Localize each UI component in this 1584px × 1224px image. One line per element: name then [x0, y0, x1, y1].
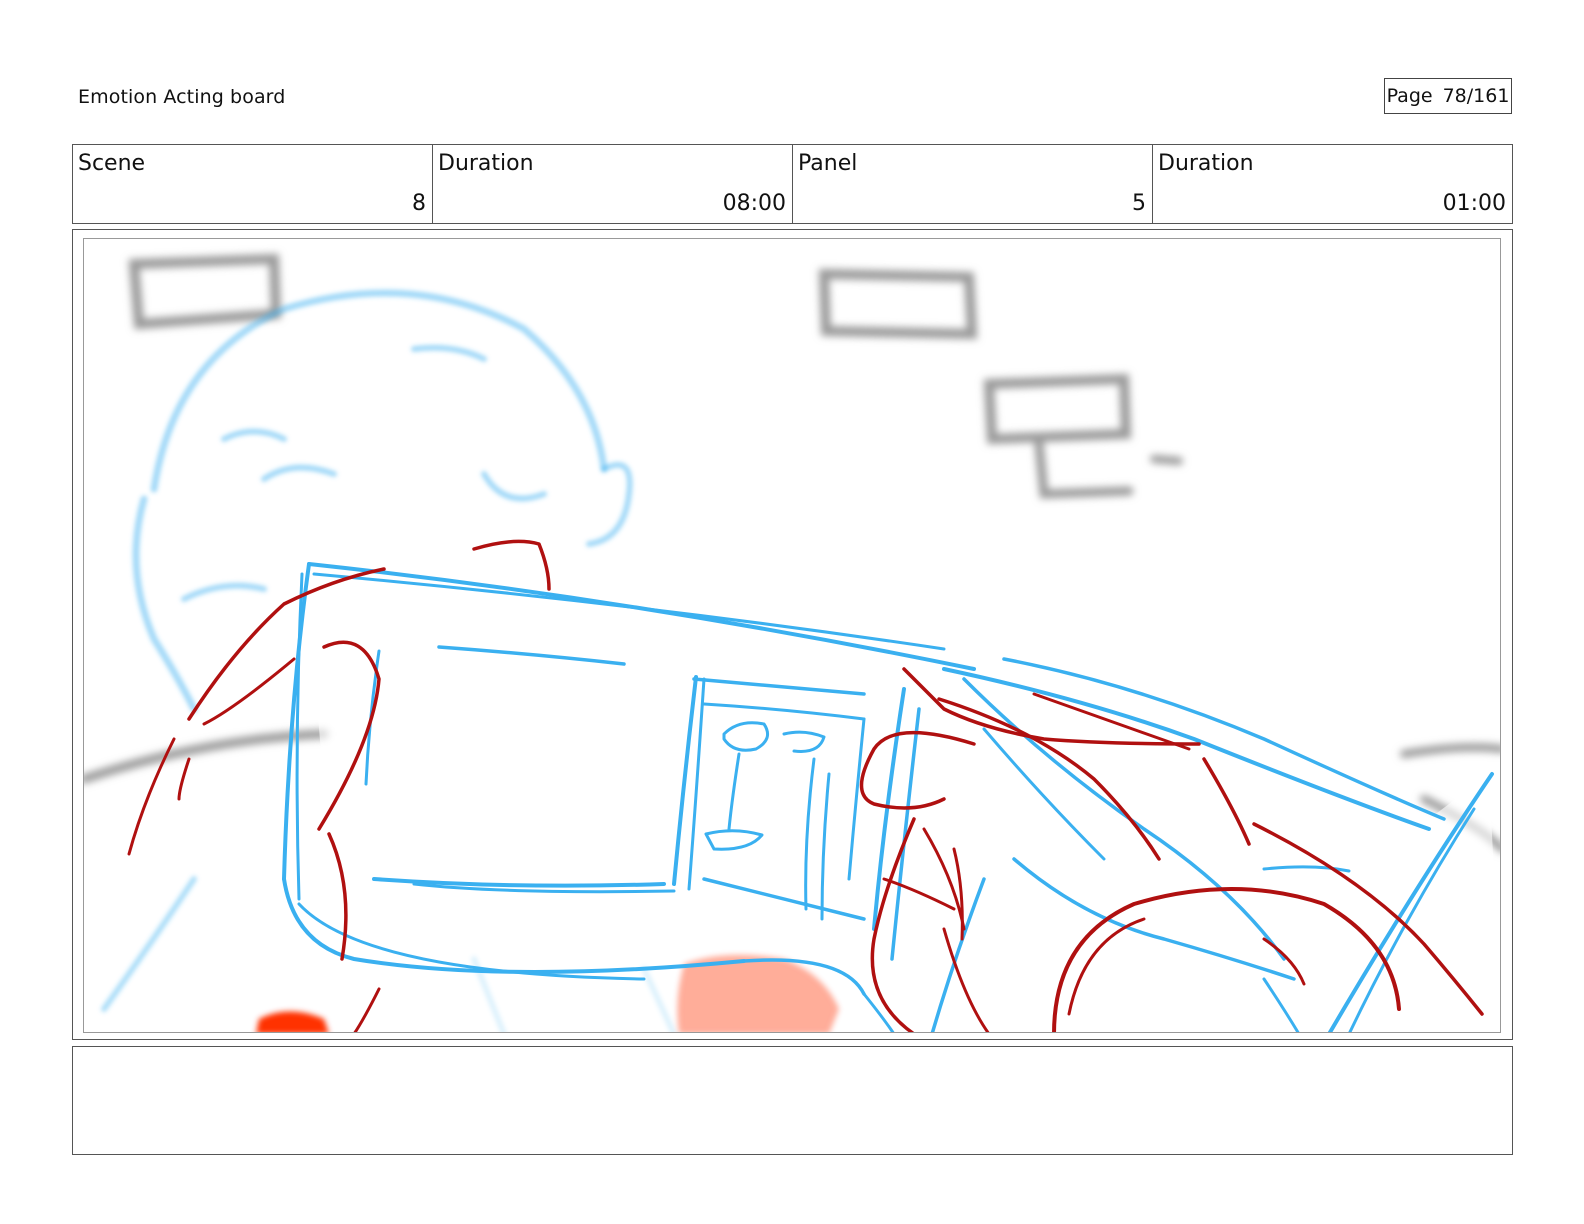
scene-duration-cell: Duration 08:00 [433, 145, 793, 223]
panel-value: 5 [1132, 191, 1146, 216]
panel-notes [72, 1046, 1513, 1155]
scene-info-row: Scene 8 Duration 08:00 Panel 5 Duration … [72, 144, 1513, 224]
panel-duration-cell: Duration 01:00 [1153, 145, 1512, 223]
scene-cell: Scene 8 [73, 145, 433, 223]
panel-duration-value: 01:00 [1442, 191, 1506, 216]
page-number: 78/161 [1442, 85, 1510, 107]
page-label: Page [1386, 85, 1433, 107]
panel-label: Panel [798, 151, 858, 176]
panel-cell: Panel 5 [793, 145, 1153, 223]
storyboard-panel-frame [72, 229, 1513, 1040]
page-indicator: Page 78/161 [1384, 78, 1512, 114]
scene-label: Scene [78, 151, 146, 176]
scene-duration-label: Duration [438, 151, 534, 176]
scene-duration-value: 08:00 [722, 191, 786, 216]
panel-duration-label: Duration [1158, 151, 1254, 176]
scene-value: 8 [412, 191, 426, 216]
storyboard-panel-image [83, 238, 1501, 1033]
storyboard-sketch [84, 253, 1500, 1032]
document-title: Emotion Acting board [78, 86, 286, 108]
